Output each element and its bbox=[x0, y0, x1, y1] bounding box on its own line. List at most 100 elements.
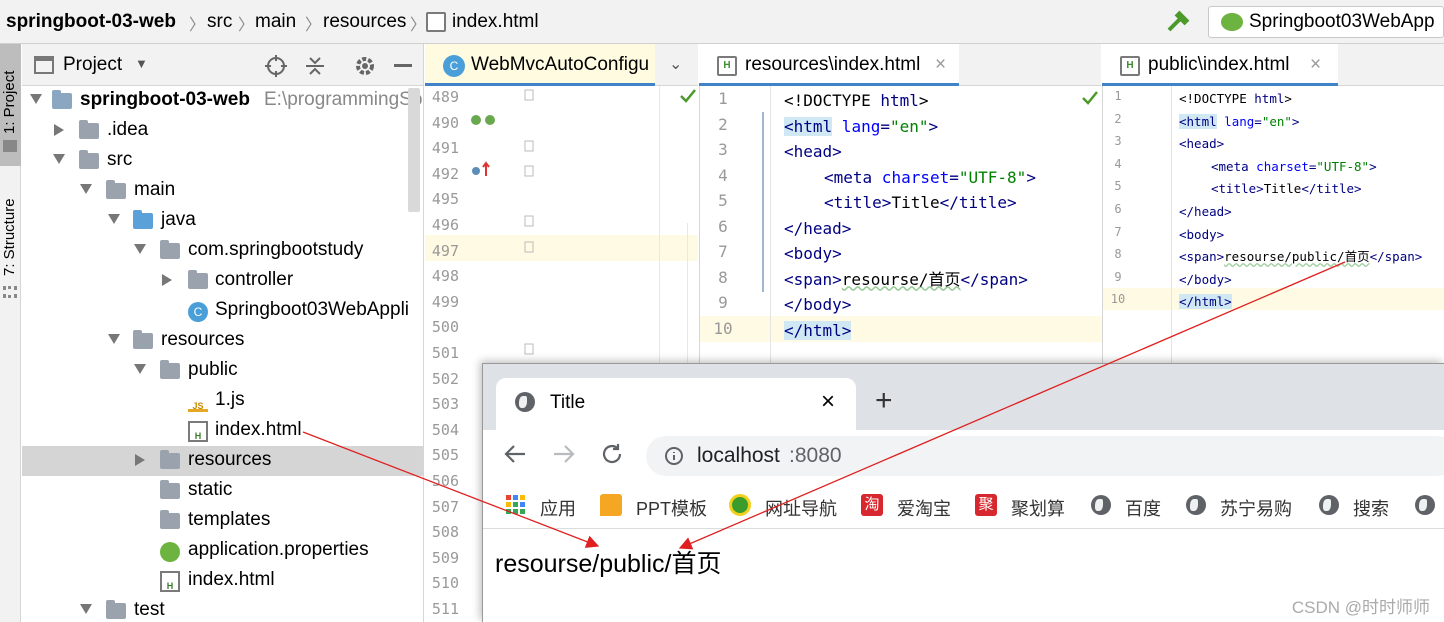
breadcrumb-resources[interactable]: resources bbox=[323, 11, 406, 33]
bookmark-nav[interactable]: 网址导航 bbox=[765, 495, 837, 521]
line-number: 10 bbox=[1110, 292, 1126, 307]
reload-icon[interactable] bbox=[600, 442, 624, 466]
html-file-icon bbox=[426, 12, 446, 32]
chevron-down-icon[interactable]: ▼ bbox=[135, 56, 148, 71]
tree-item-label: index.html bbox=[188, 569, 275, 590]
browser-tabbar: Title × + bbox=[483, 364, 1444, 430]
tree-item-js-file[interactable]: JS 1.js bbox=[22, 386, 423, 416]
line-number: 4 bbox=[718, 165, 728, 185]
tree-item-src[interactable]: src bbox=[22, 146, 423, 176]
line-number: 2 bbox=[1114, 111, 1122, 126]
editor-tabbar-1: C WebMvcAutoConfigu ⌄ bbox=[425, 44, 698, 86]
back-icon[interactable] bbox=[503, 442, 527, 466]
globe-icon bbox=[1091, 495, 1111, 515]
tree-item-label: application.properties bbox=[188, 539, 369, 560]
tree-item-properties[interactable]: application.properties bbox=[22, 536, 423, 566]
line-number: 510 bbox=[431, 574, 459, 593]
tree-item-static[interactable]: static bbox=[22, 476, 423, 506]
code-token: <head> bbox=[784, 142, 842, 161]
breadcrumb-project[interactable]: springboot-03-web bbox=[6, 11, 176, 33]
bookmark-taobao[interactable]: 爱淘宝 bbox=[897, 495, 951, 521]
forward-icon[interactable] bbox=[552, 442, 576, 466]
close-icon[interactable]: × bbox=[821, 388, 835, 416]
code-token: > bbox=[1414, 249, 1423, 265]
code-token: <span> bbox=[1179, 249, 1225, 265]
browser-tab[interactable]: Title × bbox=[496, 378, 856, 430]
run-configuration-select[interactable]: Springboot03WebApp bbox=[1208, 6, 1444, 38]
code-line: </body> bbox=[784, 292, 1036, 318]
tree-item-application-class[interactable]: C Springboot03WebAppli bbox=[22, 296, 423, 326]
minimize-icon[interactable] bbox=[394, 64, 412, 67]
code-token: resourse/public/首页 bbox=[1224, 249, 1370, 265]
taobao-icon: 淘 bbox=[861, 494, 883, 516]
close-icon[interactable]: × bbox=[1310, 54, 1321, 76]
tab-resources-index[interactable]: H resources\index.html × bbox=[699, 44, 959, 86]
line-number: 492 bbox=[431, 164, 459, 183]
code-token: <meta bbox=[824, 167, 873, 187]
code-token: = bbox=[880, 116, 890, 136]
code-line: <body> bbox=[1179, 224, 1422, 247]
tree-item-templates[interactable]: templates bbox=[22, 506, 423, 536]
tree-item-controller[interactable]: controller bbox=[22, 266, 423, 296]
line-number: 6 bbox=[718, 216, 728, 236]
collapse-all-icon[interactable] bbox=[304, 54, 326, 78]
tab-webmvc[interactable]: C WebMvcAutoConfigu bbox=[425, 44, 655, 86]
line-number: 2 bbox=[718, 114, 728, 134]
tab-public-index[interactable]: H public\index.html × bbox=[1102, 44, 1338, 86]
gear-icon[interactable] bbox=[353, 54, 377, 78]
spring-boot-icon bbox=[1221, 13, 1243, 31]
code-line: <!DOCTYPE html> bbox=[1179, 88, 1422, 111]
juhuasuan-icon: 聚 bbox=[975, 494, 997, 516]
hammer-icon[interactable] bbox=[1166, 10, 1192, 34]
tree-item-resources-sub[interactable]: resources bbox=[22, 446, 423, 476]
code-line: <span>resourse/首页</span> bbox=[784, 267, 1036, 293]
bookmark-ppt[interactable]: PPT模板 bbox=[636, 495, 707, 521]
tree-item-idea[interactable]: .idea bbox=[22, 116, 423, 146]
tree-item-project-root[interactable]: springboot-03-web E:\programmingSo bbox=[22, 86, 423, 116]
bookmark-suning[interactable]: 苏宁易购 bbox=[1220, 495, 1292, 521]
bookmark-juhuasuan[interactable]: 聚划算 bbox=[1011, 495, 1065, 521]
folder-icon bbox=[106, 180, 126, 199]
project-tool-label: 1: Project bbox=[1, 70, 18, 134]
info-icon[interactable] bbox=[664, 446, 684, 466]
line-number: 500 bbox=[431, 318, 459, 337]
new-tab-button[interactable]: + bbox=[875, 384, 893, 418]
tree-item-public[interactable]: public bbox=[22, 356, 423, 386]
globe-icon bbox=[1186, 495, 1206, 515]
project-panel-title[interactable]: Project bbox=[63, 54, 122, 76]
code-token: > bbox=[1354, 181, 1362, 197]
bookmark-search[interactable]: 搜索 bbox=[1353, 495, 1389, 521]
tree-item-public-index[interactable]: H index.html bbox=[22, 416, 423, 446]
tree-item-label: templates bbox=[188, 509, 271, 530]
tool-window-strip: 1: Project 7: Structure bbox=[0, 44, 21, 622]
code-line: <span>resourse/public/首页</span> bbox=[1179, 246, 1422, 269]
project-panel: Project ▼ springboot-03-web E:\programmi… bbox=[22, 44, 424, 622]
breadcrumb-main[interactable]: main bbox=[255, 11, 296, 33]
gutter-bean-icon[interactable] bbox=[468, 112, 508, 182]
line-number: 501 bbox=[431, 344, 459, 362]
chevron-right-icon: 〉 bbox=[410, 17, 427, 34]
scrollbar[interactable] bbox=[408, 88, 420, 212]
breadcrumb-src[interactable]: src bbox=[207, 11, 232, 33]
tree-item-resources-index[interactable]: H index.html bbox=[22, 566, 423, 596]
tree-item-main[interactable]: main bbox=[22, 176, 423, 206]
tree-item-java[interactable]: java bbox=[22, 206, 423, 236]
code-line: <html lang="en"> bbox=[784, 114, 1036, 140]
tree-item-resources[interactable]: resources bbox=[22, 326, 423, 356]
line-number: 503 bbox=[431, 395, 459, 414]
tab-label: resources\index.html bbox=[745, 54, 921, 75]
bookmark-apps[interactable]: 应用 bbox=[540, 495, 576, 521]
close-icon[interactable]: × bbox=[935, 54, 946, 76]
address-bar[interactable]: localhost :8080 bbox=[646, 436, 1444, 476]
code-token: <html bbox=[784, 116, 833, 136]
tree-item-test[interactable]: test bbox=[22, 596, 423, 622]
line-number: 511 bbox=[431, 600, 459, 618]
globe-icon bbox=[1415, 495, 1435, 515]
code-line: <head> bbox=[1179, 133, 1422, 156]
chevron-down-icon[interactable]: ⌄ bbox=[669, 54, 682, 74]
tree-item-package[interactable]: com.springbootstudy bbox=[22, 236, 423, 266]
breadcrumb-file[interactable]: index.html bbox=[452, 11, 539, 33]
locate-icon[interactable] bbox=[264, 54, 288, 78]
bookmark-baidu[interactable]: 百度 bbox=[1125, 495, 1161, 521]
code-line: </html> bbox=[784, 318, 1036, 344]
